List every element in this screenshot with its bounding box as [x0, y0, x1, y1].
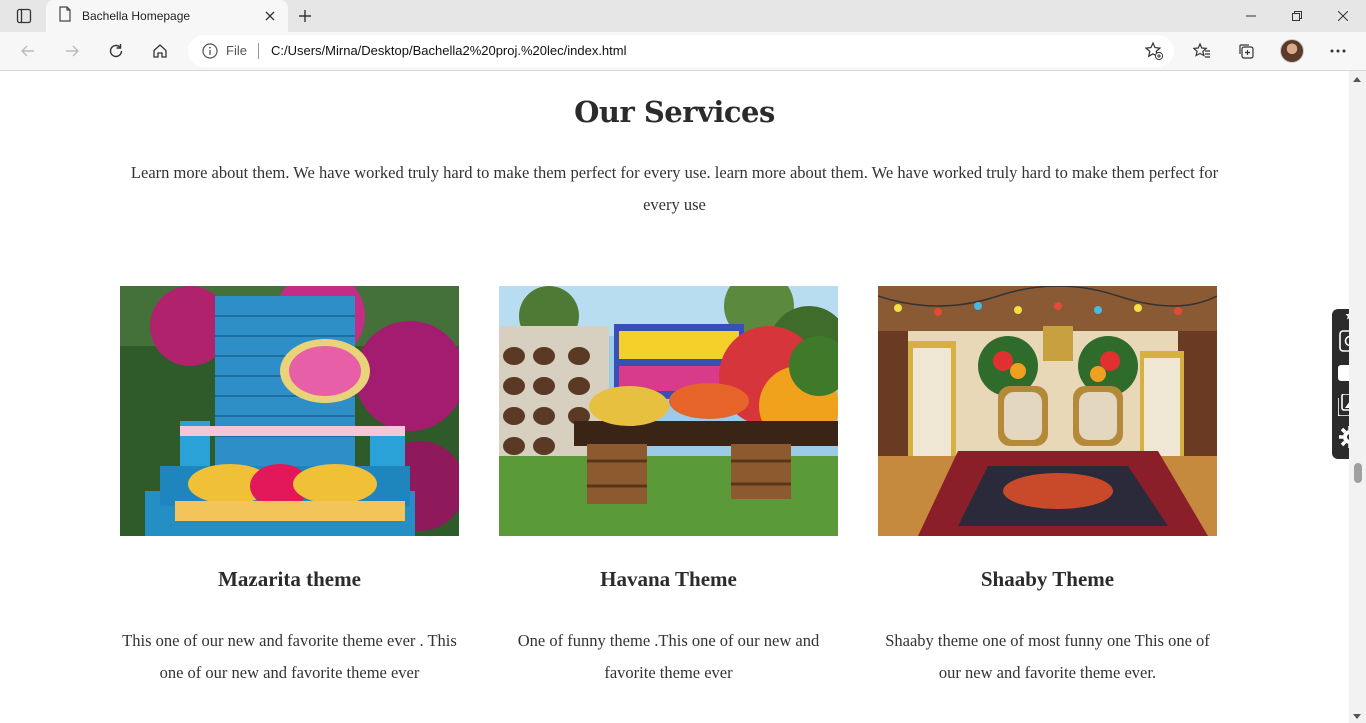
- service-description: Shaaby theme one of most funny one This …: [885, 631, 1210, 682]
- home-button[interactable]: [144, 36, 176, 66]
- section-title: Our Services: [574, 95, 775, 129]
- restore-button[interactable]: [1274, 0, 1320, 32]
- scroll-up-arrow-icon[interactable]: [1353, 77, 1361, 82]
- favorites-button[interactable]: [1186, 36, 1218, 66]
- new-tab-button[interactable]: [292, 4, 318, 28]
- service-image-havana: [499, 286, 838, 536]
- browser-tab[interactable]: Bachella Homepage: [46, 0, 288, 32]
- vertical-scrollbar[interactable]: [1349, 71, 1366, 723]
- close-window-button[interactable]: [1320, 0, 1366, 32]
- info-icon[interactable]: [202, 43, 218, 59]
- back-button[interactable]: [12, 36, 44, 66]
- browser-toolbar: File C:/Users/Mirna/Desktop/Bachella2%20…: [0, 32, 1366, 71]
- service-title: Mazarita theme: [218, 567, 361, 591]
- page-viewport: Our Services Learn more about them. We h…: [0, 71, 1349, 723]
- close-icon[interactable]: [262, 8, 278, 24]
- more-options-icon[interactable]: [1322, 36, 1354, 66]
- tab-title: Bachella Homepage: [82, 9, 191, 23]
- tab-strip: Bachella Homepage: [0, 0, 1366, 32]
- tab-actions-icon[interactable]: [8, 4, 40, 28]
- page-icon: [58, 5, 72, 27]
- url-text[interactable]: C:/Users/Mirna/Desktop/Bachella2%20proj.…: [271, 43, 627, 58]
- refresh-button[interactable]: [100, 36, 132, 66]
- profile-button[interactable]: [1276, 36, 1308, 66]
- service-title: Havana Theme: [600, 567, 737, 591]
- service-image-shaaby: [878, 286, 1217, 536]
- service-description: One of funny theme .This one of our new …: [517, 631, 820, 682]
- address-scheme-label: File: [226, 43, 247, 58]
- service-image-mazarita: [120, 286, 459, 536]
- collections-button[interactable]: [1230, 36, 1262, 66]
- add-favorite-icon[interactable]: [1144, 41, 1164, 61]
- service-description: This one of our new and favorite theme e…: [122, 631, 457, 682]
- address-separator: [258, 43, 259, 59]
- forward-button[interactable]: [56, 36, 88, 66]
- minimize-button[interactable]: [1228, 0, 1274, 32]
- scrollbar-thumb[interactable]: [1354, 463, 1362, 483]
- address-bar[interactable]: File C:/Users/Mirna/Desktop/Bachella2%20…: [188, 35, 1174, 67]
- service-title: Shaaby Theme: [980, 567, 1115, 591]
- avatar: [1280, 39, 1304, 63]
- scroll-down-arrow-icon[interactable]: [1353, 714, 1361, 719]
- section-lead: Learn more about them. We have worked tr…: [130, 163, 1219, 214]
